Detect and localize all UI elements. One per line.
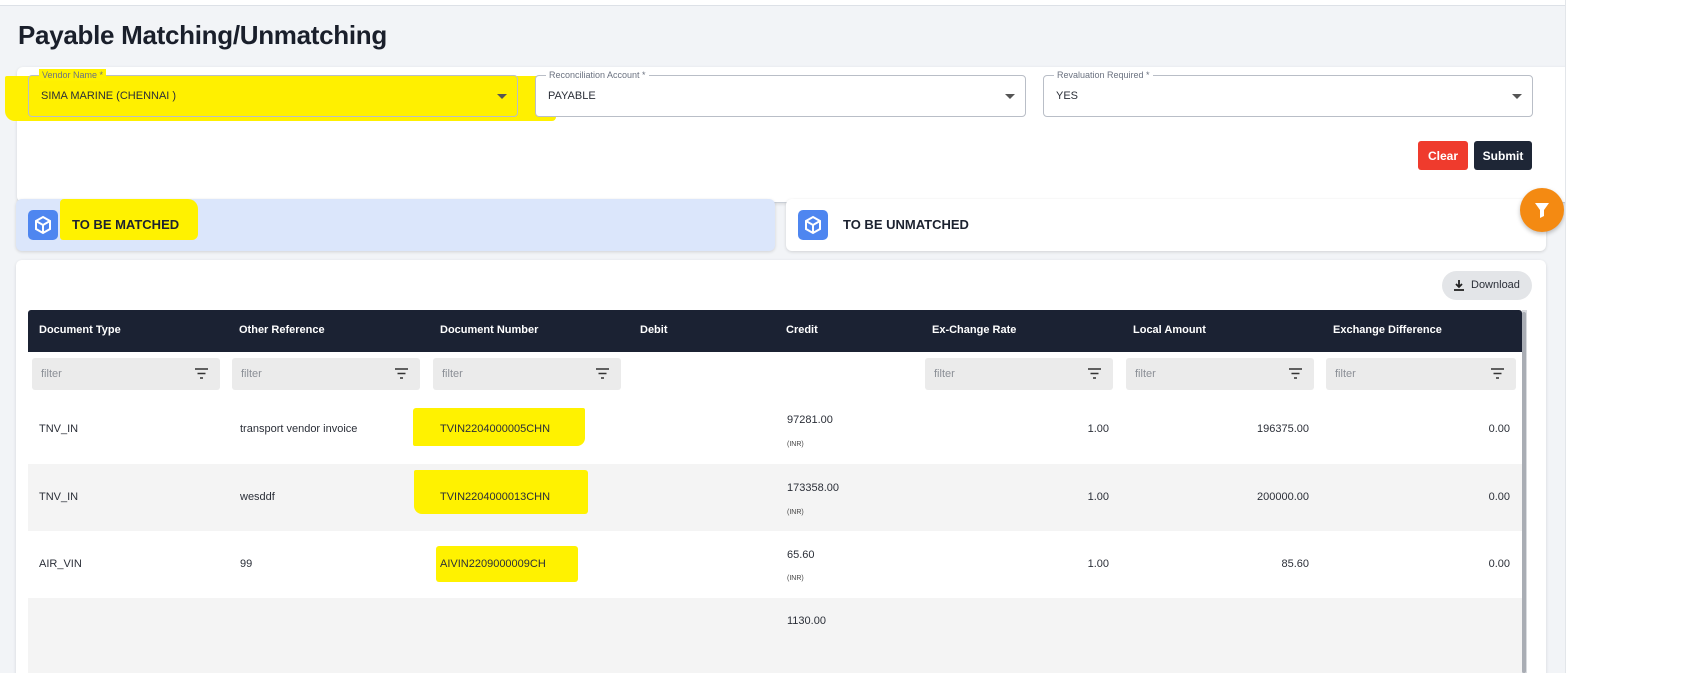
box-icon: [798, 210, 828, 240]
exchange-difference-filter[interactable]: filter: [1326, 358, 1516, 390]
cell-credit-currency: (INR): [787, 441, 804, 448]
filter-placeholder: filter: [41, 368, 62, 380]
cell-document-type: TNV_IN: [39, 423, 79, 435]
filter-lines-icon: [195, 368, 208, 379]
tab-to-be-matched-label: TO BE MATCHED: [72, 217, 180, 232]
filter-lines-icon: [1289, 368, 1302, 379]
cell-exchange-difference: 0.00: [1488, 558, 1510, 570]
caret-down-icon: [1512, 94, 1522, 99]
cell-exchange-rate: 1.00: [1087, 491, 1109, 503]
top-bar: [0, 0, 1694, 6]
table-row[interactable]: AIR_VIN 99 AIVIN2209000009CH 65.60 (INR)…: [28, 531, 1522, 598]
tab-to-be-unmatched[interactable]: TO BE UNMATCHED: [786, 199, 1546, 251]
cell-local-amount: 196375.00: [1257, 423, 1309, 435]
vendor-name-label: Vendor Name *: [39, 69, 107, 81]
cell-document-number: TVIN2204000005CHN: [440, 423, 551, 435]
table-row[interactable]: TNV_IN transport vendor invoice TVIN2204…: [28, 396, 1522, 464]
filter-funnel-icon: [1535, 203, 1549, 218]
filter-placeholder: filter: [934, 368, 955, 380]
document-type-filter[interactable]: filter: [32, 358, 220, 390]
filter-lines-icon: [395, 368, 408, 379]
right-panel-edge: [1565, 0, 1694, 673]
filter-placeholder: filter: [241, 368, 262, 380]
clear-button[interactable]: Clear: [1418, 141, 1468, 170]
cell-credit-currency: (INR): [787, 575, 804, 582]
vendor-name-select[interactable]: Vendor Name * SIMA MARINE (CHENNAI ): [28, 69, 518, 117]
column-header-exchange-rate[interactable]: Ex-Change Rate: [932, 324, 1016, 336]
cell-document-number: AIVIN2209000009CH: [440, 558, 546, 570]
submit-button[interactable]: Submit: [1474, 141, 1532, 170]
cell-other-reference: 99: [240, 558, 253, 570]
page-title: Payable Matching/Unmatching: [18, 20, 387, 50]
reconciliation-account-select[interactable]: Reconciliation Account * PAYABLE: [535, 69, 1026, 117]
table-row[interactable]: 1130.00: [28, 598, 1522, 673]
filter-lines-icon: [1088, 368, 1101, 379]
table-filter-row: filter filter filter filter filter filte…: [28, 352, 1522, 396]
cell-other-reference: transport vendor invoice: [240, 423, 358, 435]
filter-placeholder: filter: [442, 368, 463, 380]
cell-credit-currency: (INR): [787, 509, 804, 516]
cell-exchange-rate: 1.00: [1087, 423, 1109, 435]
other-reference-filter[interactable]: filter: [232, 358, 420, 390]
column-header-document-number[interactable]: Document Number: [440, 324, 538, 336]
cell-exchange-rate: 1.00: [1087, 558, 1109, 570]
filter-fab-button[interactable]: [1520, 188, 1564, 232]
cell-credit: 65.60: [787, 549, 815, 561]
column-header-other-reference[interactable]: Other Reference: [239, 324, 325, 336]
cell-local-amount: 85.60: [1281, 558, 1309, 570]
caret-down-icon: [497, 94, 507, 99]
table-row[interactable]: TNV_IN wesddf TVIN2204000013CHN 173358.0…: [28, 464, 1522, 531]
cell-document-type: TNV_IN: [39, 491, 79, 503]
cell-other-reference: wesddf: [240, 491, 275, 503]
cell-document-number: TVIN2204000013CHN: [440, 491, 551, 503]
exchange-rate-filter[interactable]: filter: [925, 358, 1113, 390]
download-button[interactable]: Download: [1442, 271, 1532, 300]
filter-lines-icon: [1491, 368, 1504, 379]
download-label: Download: [1471, 279, 1520, 291]
revaluation-required-select[interactable]: Revaluation Required * YES: [1043, 69, 1533, 117]
cell-credit: 97281.00: [787, 414, 833, 426]
table-scrollbar-thumb[interactable]: [1522, 312, 1526, 673]
local-amount-filter[interactable]: filter: [1126, 358, 1314, 390]
column-header-credit[interactable]: Credit: [786, 324, 818, 336]
column-header-debit[interactable]: Debit: [640, 324, 668, 336]
vendor-name-value: SIMA MARINE (CHENNAI ): [41, 90, 177, 102]
cell-document-type: AIR_VIN: [39, 558, 82, 570]
column-header-local-amount[interactable]: Local Amount: [1133, 324, 1206, 336]
reconciliation-account-label: Reconciliation Account *: [546, 69, 649, 81]
box-icon: [28, 210, 58, 240]
column-header-exchange-difference[interactable]: Exchange Difference: [1333, 324, 1442, 336]
revaluation-required-value: YES: [1056, 90, 1079, 102]
caret-down-icon: [1005, 94, 1015, 99]
filter-lines-icon: [596, 368, 609, 379]
reconciliation-account-value: PAYABLE: [548, 90, 596, 102]
cell-local-amount: 200000.00: [1257, 491, 1309, 503]
cell-credit: 173358.00: [787, 482, 839, 494]
revaluation-required-label: Revaluation Required *: [1054, 69, 1153, 81]
download-icon: [1454, 280, 1464, 291]
document-number-filter[interactable]: filter: [433, 358, 621, 390]
tab-to-be-unmatched-label: TO BE UNMATCHED: [843, 217, 969, 232]
cell-exchange-difference: 0.00: [1488, 491, 1510, 503]
filter-placeholder: filter: [1335, 368, 1356, 380]
column-header-document-type[interactable]: Document Type: [39, 324, 121, 336]
cell-credit: 1130.00: [787, 615, 826, 627]
cell-exchange-difference: 0.00: [1488, 423, 1510, 435]
table-header: Document Type Other Reference Document N…: [28, 310, 1522, 352]
filter-placeholder: filter: [1135, 368, 1156, 380]
